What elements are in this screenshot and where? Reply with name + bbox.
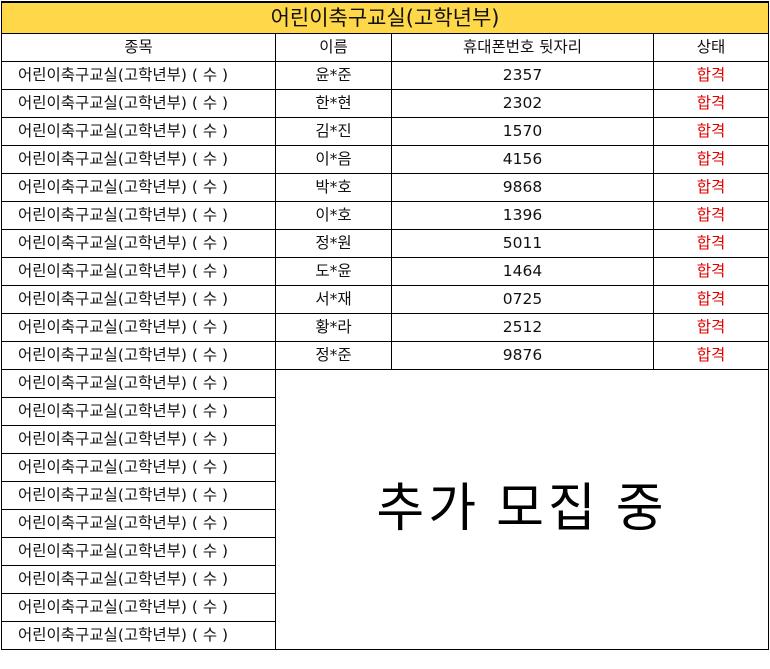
event-cell[interactable]: 어린이축구교실(고학년부) ( 수 ): [1, 425, 276, 454]
phone-cell[interactable]: 5011: [391, 229, 654, 258]
status-cell[interactable]: 합격: [652, 285, 770, 314]
event-cell[interactable]: 어린이축구교실(고학년부) ( 수 ): [1, 285, 276, 314]
status-cell[interactable]: 합격: [652, 341, 770, 370]
header-status[interactable]: 상태: [652, 33, 770, 62]
table-row: 어린이축구교실(고학년부) ( 수 ) 황*라 2512 합격: [1, 313, 770, 342]
name-cell[interactable]: 박*호: [275, 173, 392, 202]
name-cell[interactable]: 윤*준: [275, 61, 392, 90]
status-cell[interactable]: 합격: [652, 89, 770, 118]
event-cell[interactable]: 어린이축구교실(고학년부) ( 수 ): [1, 145, 276, 174]
phone-cell[interactable]: 2302: [391, 89, 654, 118]
event-cell[interactable]: 어린이축구교실(고학년부) ( 수 ): [1, 369, 276, 398]
event-cell[interactable]: 어린이축구교실(고학년부) ( 수 ): [1, 89, 276, 118]
event-cell[interactable]: 어린이축구교실(고학년부) ( 수 ): [1, 537, 276, 566]
phone-cell[interactable]: 4156: [391, 145, 654, 174]
table-row: 어린이축구교실(고학년부) ( 수 ) 도*윤 1464 합격: [1, 257, 770, 286]
recruiting-word: 모집: [496, 479, 600, 539]
table-row: 어린이축구교실(고학년부) ( 수 ) 한*현 2302 합격: [1, 89, 770, 118]
event-cell[interactable]: 어린이축구교실(고학년부) ( 수 ): [1, 593, 276, 622]
table-row: 어린이축구교실(고학년부) ( 수 ) 이*호 1396 합격: [1, 201, 770, 230]
phone-cell[interactable]: 1396: [391, 201, 654, 230]
phone-cell[interactable]: 9876: [391, 341, 654, 370]
phone-cell[interactable]: 1464: [391, 257, 654, 286]
open-row: 어린이축구교실(고학년부) ( 수 ) 추가 모집 중: [1, 369, 770, 650]
table-row: 어린이축구교실(고학년부) ( 수 ) 정*원 5011 합격: [1, 229, 770, 258]
title-row: 어린이축구교실(고학년부): [0, 1, 770, 34]
event-cell[interactable]: 어린이축구교실(고학년부) ( 수 ): [1, 117, 276, 146]
status-cell[interactable]: 합격: [652, 229, 770, 258]
table-row: 어린이축구교실(고학년부) ( 수 ) 박*호 9868 합격: [1, 173, 770, 202]
name-cell[interactable]: 정*원: [275, 229, 392, 258]
roster-table: 어린이축구교실(고학년부) 종목 이름 휴대폰번호 뒷자리 상태 어린이축구교실…: [0, 1, 770, 650]
event-cell[interactable]: 어린이축구교실(고학년부) ( 수 ): [1, 313, 276, 342]
event-cell[interactable]: 어린이축구교실(고학년부) ( 수 ): [1, 481, 276, 510]
phone-cell[interactable]: 0725: [391, 285, 654, 314]
header-phone[interactable]: 휴대폰번호 뒷자리: [391, 33, 654, 62]
event-cell[interactable]: 어린이축구교실(고학년부) ( 수 ): [1, 257, 276, 286]
status-cell[interactable]: 합격: [652, 201, 770, 230]
event-cell[interactable]: 어린이축구교실(고학년부) ( 수 ): [1, 621, 276, 650]
status-cell[interactable]: 합격: [652, 257, 770, 286]
name-cell[interactable]: 황*라: [275, 313, 392, 342]
header-row: 종목 이름 휴대폰번호 뒷자리 상태: [1, 33, 770, 62]
status-cell[interactable]: 합격: [652, 61, 770, 90]
event-cell[interactable]: 어린이축구교실(고학년부) ( 수 ): [1, 341, 276, 370]
event-cell[interactable]: 어린이축구교실(고학년부) ( 수 ): [1, 173, 276, 202]
name-cell[interactable]: 이*음: [275, 145, 392, 174]
name-cell[interactable]: 정*준: [275, 341, 392, 370]
table-row: 어린이축구교실(고학년부) ( 수 ) 정*준 9876 합격: [1, 341, 770, 370]
recruiting-word: 중: [615, 479, 668, 539]
name-cell[interactable]: 한*현: [275, 89, 392, 118]
recruiting-notice[interactable]: 추가 모집 중: [274, 369, 770, 650]
status-cell[interactable]: 합격: [652, 117, 770, 146]
recruiting-word: 추가: [376, 479, 481, 539]
event-cell[interactable]: 어린이축구교실(고학년부) ( 수 ): [1, 397, 276, 426]
table-row: 어린이축구교실(고학년부) ( 수 ) 서*재 0725 합격: [1, 285, 770, 314]
phone-cell[interactable]: 1570: [391, 117, 654, 146]
event-cell[interactable]: 어린이축구교실(고학년부) ( 수 ): [1, 201, 276, 230]
status-cell[interactable]: 합격: [652, 145, 770, 174]
event-cell[interactable]: 어린이축구교실(고학년부) ( 수 ): [1, 565, 276, 594]
event-cell[interactable]: 어린이축구교실(고학년부) ( 수 ): [1, 229, 276, 258]
phone-cell[interactable]: 2357: [391, 61, 654, 90]
name-cell[interactable]: 서*재: [275, 285, 392, 314]
phone-cell[interactable]: 2512: [391, 313, 654, 342]
name-cell[interactable]: 도*윤: [275, 257, 392, 286]
sheet-title[interactable]: 어린이축구교실(고학년부): [0, 1, 770, 34]
name-cell[interactable]: 이*호: [275, 201, 392, 230]
header-event[interactable]: 종목: [1, 33, 276, 62]
table-row: 어린이축구교실(고학년부) ( 수 ) 윤*준 2357 합격: [1, 61, 770, 90]
event-cell[interactable]: 어린이축구교실(고학년부) ( 수 ): [1, 61, 276, 90]
table-row: 어린이축구교실(고학년부) ( 수 ) 이*음 4156 합격: [1, 145, 770, 174]
header-name[interactable]: 이름: [275, 33, 392, 62]
status-cell[interactable]: 합격: [652, 313, 770, 342]
event-cell[interactable]: 어린이축구교실(고학년부) ( 수 ): [1, 509, 276, 538]
phone-cell[interactable]: 9868: [391, 173, 654, 202]
event-cell[interactable]: 어린이축구교실(고학년부) ( 수 ): [1, 453, 276, 482]
table-row: 어린이축구교실(고학년부) ( 수 ) 김*진 1570 합격: [1, 117, 770, 146]
name-cell[interactable]: 김*진: [275, 117, 392, 146]
status-cell[interactable]: 합격: [652, 173, 770, 202]
